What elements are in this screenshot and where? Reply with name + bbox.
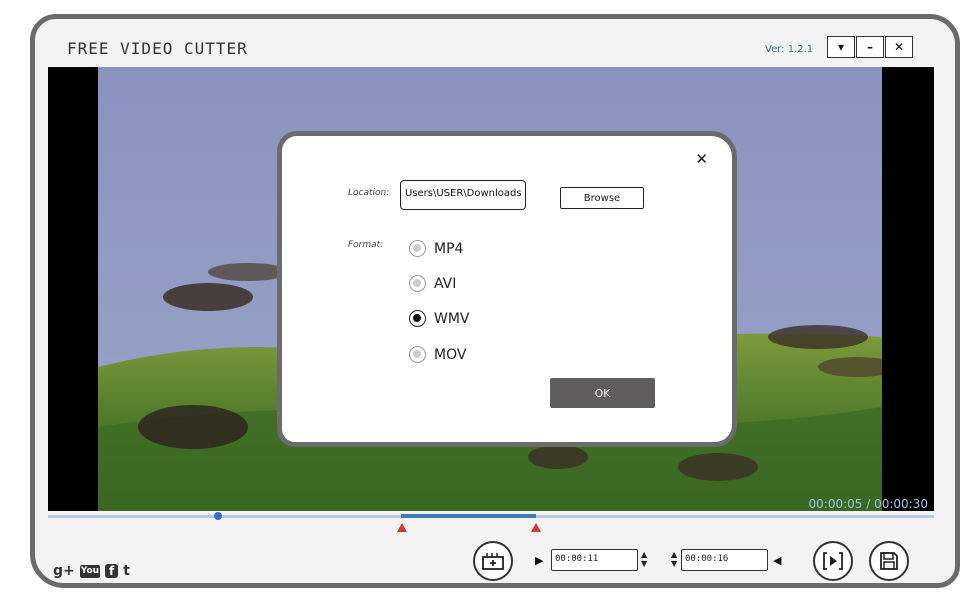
radio-mp4[interactable] bbox=[409, 240, 426, 257]
format-option-mp4[interactable]: MP4 bbox=[409, 240, 463, 257]
radio-label: AVI bbox=[434, 275, 457, 292]
end-time-stepper[interactable]: ▲ ▼ bbox=[671, 550, 677, 568]
social-links: g+ You f t bbox=[53, 564, 130, 578]
ok-button[interactable]: OK bbox=[550, 378, 655, 408]
film-add-icon bbox=[482, 553, 504, 570]
location-input[interactable]: Users\USER\Downloads bbox=[400, 180, 526, 210]
save-icon bbox=[880, 552, 898, 570]
facebook-icon[interactable]: f bbox=[105, 564, 119, 578]
version-label: Ver: 1.2.1 bbox=[765, 44, 814, 55]
playhead-handle[interactable] bbox=[214, 512, 222, 520]
selection-range bbox=[401, 514, 536, 518]
minimize-icon: – bbox=[867, 40, 873, 54]
radio-wmv[interactable] bbox=[409, 310, 426, 327]
radio-label: WMV bbox=[434, 310, 470, 327]
chevron-down-icon: ▾ bbox=[837, 40, 845, 54]
time-display: 00:00:05 / 00:00:30 bbox=[808, 497, 928, 511]
start-time-stepper[interactable]: ▲ ▼ bbox=[641, 550, 647, 568]
radio-avi[interactable] bbox=[409, 275, 426, 292]
format-option-wmv[interactable]: WMV bbox=[409, 310, 470, 327]
export-dialog: ✕ Location: Users\USER\Downloads Browse … bbox=[277, 131, 737, 447]
youtube-icon[interactable]: You bbox=[79, 565, 101, 578]
browse-button[interactable]: Browse bbox=[560, 187, 644, 209]
dialog-close-icon[interactable]: ✕ bbox=[695, 150, 708, 168]
preview-button[interactable] bbox=[813, 541, 853, 581]
close-icon: ✕ bbox=[893, 40, 905, 54]
seek-bar[interactable] bbox=[48, 512, 934, 520]
end-time-input[interactable]: 00:00:16 bbox=[681, 549, 768, 571]
format-label: Format: bbox=[348, 240, 384, 250]
radio-label: MOV bbox=[434, 346, 467, 363]
twitter-icon[interactable]: t bbox=[123, 564, 130, 578]
add-clip-button[interactable] bbox=[473, 541, 513, 581]
radio-mov[interactable] bbox=[409, 346, 426, 363]
minimize-button[interactable]: – bbox=[856, 36, 884, 58]
location-label: Location: bbox=[348, 188, 390, 198]
start-time-input[interactable]: 00:00:11 bbox=[551, 549, 638, 571]
app-window: FREE VIDEO CUTTER Ver: 1.2.1 ▾ – ✕ 00:00… bbox=[30, 14, 960, 588]
window-controls: ▾ – ✕ bbox=[827, 36, 913, 58]
google-plus-icon[interactable]: g+ bbox=[53, 564, 75, 578]
format-option-avi[interactable]: AVI bbox=[409, 275, 456, 292]
play-end-icon[interactable]: ◀ bbox=[773, 555, 781, 566]
play-start-icon[interactable]: ▶ bbox=[535, 555, 543, 566]
close-button[interactable]: ✕ bbox=[885, 36, 913, 58]
save-button[interactable] bbox=[869, 541, 909, 581]
app-title: FREE VIDEO CUTTER bbox=[67, 39, 248, 58]
preview-icon bbox=[823, 552, 843, 570]
menu-button[interactable]: ▾ bbox=[827, 36, 855, 58]
end-marker[interactable] bbox=[531, 523, 541, 532]
format-option-mov[interactable]: MOV bbox=[409, 346, 466, 363]
radio-label: MP4 bbox=[434, 240, 464, 257]
start-marker[interactable] bbox=[397, 523, 407, 532]
